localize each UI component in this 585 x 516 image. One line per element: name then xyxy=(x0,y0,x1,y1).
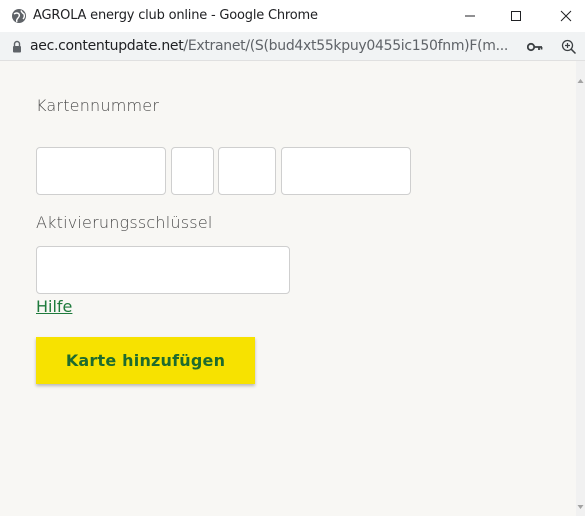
close-button[interactable] xyxy=(548,0,584,32)
address-bar[interactable]: aec.contentupdate.net/Extranet/(S(bud4xt… xyxy=(0,32,585,61)
lock-icon[interactable] xyxy=(12,40,22,53)
activation-key-field[interactable] xyxy=(36,246,290,294)
window-title: AGROLA energy club online - Google Chrom… xyxy=(33,8,318,23)
minimize-icon xyxy=(465,15,475,17)
activation-key-label: Aktivierungsschlüssel xyxy=(36,213,213,232)
close-icon xyxy=(560,10,572,22)
key-icon[interactable] xyxy=(527,41,543,53)
card-number-field-2[interactable] xyxy=(171,147,214,195)
globe-icon xyxy=(12,9,26,23)
maximize-button[interactable] xyxy=(498,0,534,32)
url-domain: aec.contentupdate.net xyxy=(30,38,184,54)
url-path: /Extranet/(S(bud4xt55kpuy0455ic150fnm)F(… xyxy=(183,38,509,54)
minimize-button[interactable] xyxy=(452,0,488,32)
card-number-label: Kartennummer xyxy=(36,96,160,115)
url-text[interactable]: aec.contentupdate.net/Extranet/(S(bud4xt… xyxy=(30,38,508,54)
card-number-field-4[interactable] xyxy=(281,147,411,195)
zoom-icon[interactable] xyxy=(561,39,577,55)
maximize-icon xyxy=(511,11,521,21)
scroll-down-arrow-icon[interactable] xyxy=(576,502,585,512)
card-number-field-1[interactable] xyxy=(36,147,166,195)
add-card-button[interactable]: Karte hinzufügen xyxy=(36,337,255,384)
window-titlebar: AGROLA energy club online - Google Chrom… xyxy=(0,0,585,32)
help-link[interactable]: Hilfe xyxy=(36,297,72,316)
scroll-up-arrow-icon[interactable] xyxy=(576,76,585,86)
card-number-field-3[interactable] xyxy=(218,147,276,195)
scrollbar[interactable] xyxy=(576,61,585,516)
